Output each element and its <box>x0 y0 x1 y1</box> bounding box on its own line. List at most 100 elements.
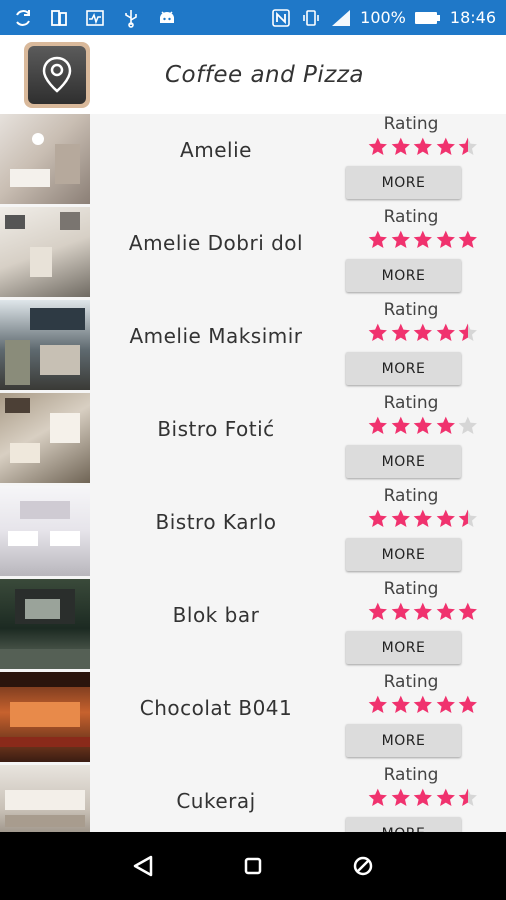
star-rating <box>367 601 479 623</box>
battery-icon <box>414 7 442 29</box>
rating-label: Rating <box>383 765 439 785</box>
star-filled-icon <box>436 230 455 248</box>
place-name: Blok bar <box>172 603 260 627</box>
location-pin-icon <box>28 45 86 104</box>
more-button[interactable]: MORE <box>346 259 461 292</box>
star-filled-icon <box>368 323 387 341</box>
activity-icon <box>84 7 106 29</box>
star-filled-icon <box>391 323 410 341</box>
place-name: Amelie Maksimir <box>129 324 303 348</box>
star-filled-icon <box>436 323 455 341</box>
rating-label: Rating <box>383 486 439 506</box>
more-button[interactable]: MORE <box>346 352 461 385</box>
place-thumbnail[interactable] <box>0 300 90 390</box>
star-half-icon <box>459 137 478 155</box>
list-item[interactable]: Chocolat B041 Rating MORE <box>0 672 506 765</box>
star-rating <box>367 322 479 344</box>
list-item[interactable]: Cukeraj Rating MORE <box>0 765 506 832</box>
star-filled-icon <box>368 137 387 155</box>
star-half-icon <box>459 788 478 806</box>
star-filled-icon <box>391 416 410 434</box>
star-filled-icon <box>413 137 433 155</box>
place-name: Amelie <box>180 138 252 162</box>
star-filled-icon <box>436 509 455 527</box>
star-rating <box>367 508 479 530</box>
sync-icon <box>12 7 34 29</box>
star-filled-icon <box>391 788 410 806</box>
place-thumbnail[interactable] <box>0 579 90 669</box>
place-thumbnail[interactable] <box>0 207 90 297</box>
rating-label: Rating <box>383 114 439 134</box>
place-thumbnail[interactable] <box>0 765 90 832</box>
rating-label: Rating <box>383 393 439 413</box>
back-icon[interactable] <box>123 846 163 886</box>
place-name: Bistro Fotić <box>157 417 275 441</box>
star-half-icon <box>459 509 478 527</box>
place-name: Amelie Dobri dol <box>128 231 304 255</box>
place-thumbnail[interactable] <box>0 114 90 204</box>
star-filled-icon <box>391 137 410 155</box>
list-item[interactable]: Amelie Maksimir Rating MORE <box>0 300 506 393</box>
home-icon[interactable] <box>233 846 273 886</box>
place-list[interactable]: Amelie Rating MORE Amelie Dobri dol Rati… <box>0 114 506 832</box>
star-empty-icon <box>459 416 478 434</box>
star-half-icon <box>459 323 478 341</box>
star-rating <box>367 136 479 158</box>
star-rating <box>367 694 479 716</box>
star-filled-icon <box>391 602 410 620</box>
list-item[interactable]: Amelie Rating MORE <box>0 114 506 207</box>
rating-label: Rating <box>383 207 439 227</box>
signal-icon <box>330 7 352 29</box>
star-filled-icon <box>391 695 410 713</box>
more-button[interactable]: MORE <box>346 724 461 757</box>
page-title: Coffee and Pizza <box>165 61 365 88</box>
place-thumbnail[interactable] <box>0 393 90 483</box>
star-filled-icon <box>368 788 387 806</box>
status-bar: 100% 18:46 <box>0 0 506 35</box>
place-name: Chocolat B041 <box>139 696 293 720</box>
place-thumbnail[interactable] <box>0 672 90 762</box>
app-header: Coffee and Pizza <box>0 35 506 114</box>
more-button[interactable]: MORE <box>346 538 461 571</box>
list-item[interactable]: Bistro Fotić Rating MORE <box>0 393 506 486</box>
navigation-bar <box>0 832 506 900</box>
app-logo[interactable] <box>24 41 90 108</box>
star-rating <box>367 787 479 809</box>
list-item[interactable]: Blok bar Rating MORE <box>0 579 506 672</box>
more-button[interactable]: MORE <box>346 817 461 832</box>
android-icon <box>156 7 178 29</box>
place-thumbnail[interactable] <box>0 486 90 576</box>
nfc-icon <box>270 7 292 29</box>
battery-percent: 100% <box>360 8 406 27</box>
star-filled-icon <box>368 695 387 713</box>
star-filled-icon <box>413 788 433 806</box>
star-filled-icon <box>391 230 410 248</box>
star-filled-icon <box>413 323 433 341</box>
star-filled-icon <box>413 416 433 434</box>
place-name: Bistro Karlo <box>155 510 277 534</box>
place-name: Cukeraj <box>176 789 256 813</box>
star-filled-icon <box>413 602 433 620</box>
star-filled-icon <box>459 695 478 713</box>
more-button[interactable]: MORE <box>346 166 461 199</box>
clock: 18:46 <box>449 8 496 27</box>
usb-icon <box>120 7 142 29</box>
star-rating <box>367 415 479 437</box>
vibrate-icon <box>300 7 322 29</box>
sim-icon <box>48 7 70 29</box>
more-button[interactable]: MORE <box>346 445 461 478</box>
star-filled-icon <box>368 416 387 434</box>
star-filled-icon <box>436 788 455 806</box>
rating-label: Rating <box>383 300 439 320</box>
star-filled-icon <box>413 695 433 713</box>
list-item[interactable]: Bistro Karlo Rating MORE <box>0 486 506 579</box>
list-item[interactable]: Amelie Dobri dol Rating MORE <box>0 207 506 300</box>
star-filled-icon <box>368 509 387 527</box>
star-filled-icon <box>413 230 433 248</box>
recents-icon[interactable] <box>343 846 383 886</box>
star-filled-icon <box>413 509 433 527</box>
star-filled-icon <box>391 509 410 527</box>
more-button[interactable]: MORE <box>346 631 461 664</box>
star-filled-icon <box>436 695 455 713</box>
star-filled-icon <box>436 416 455 434</box>
